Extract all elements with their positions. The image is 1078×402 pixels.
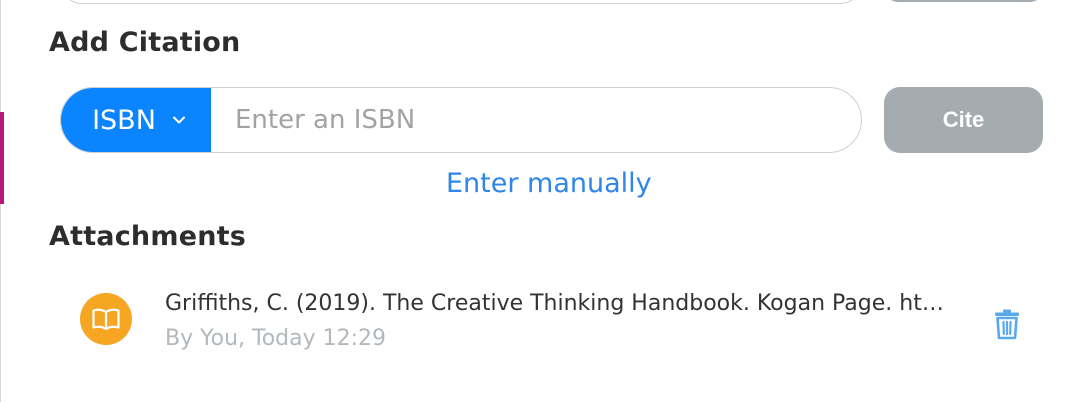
citation-panel: Add Citation ISBN Cite Enter manually At…	[0, 0, 1078, 402]
citation-type-dropdown[interactable]: ISBN	[61, 88, 211, 152]
chevron-down-icon	[172, 113, 186, 127]
previous-input-field[interactable]	[60, 0, 862, 4]
previous-button[interactable]	[884, 0, 1044, 2]
trash-icon[interactable]	[994, 308, 1020, 340]
enter-manually-link[interactable]: Enter manually	[446, 168, 652, 199]
citation-input-group: ISBN	[60, 87, 862, 153]
add-citation-heading: Add Citation	[49, 27, 241, 58]
citation-type-label: ISBN	[92, 104, 156, 136]
attachment-title: Griffiths, C. (2019). The Creative Think…	[165, 291, 947, 316]
isbn-input[interactable]	[211, 88, 861, 152]
attachment-item[interactable]: Griffiths, C. (2019). The Creative Think…	[80, 288, 1040, 358]
attachment-meta: By You, Today 12:29	[165, 326, 387, 351]
book-icon	[80, 293, 132, 345]
cite-button[interactable]: Cite	[884, 87, 1043, 153]
left-edge-accent	[0, 112, 4, 204]
attachments-heading: Attachments	[49, 221, 247, 252]
